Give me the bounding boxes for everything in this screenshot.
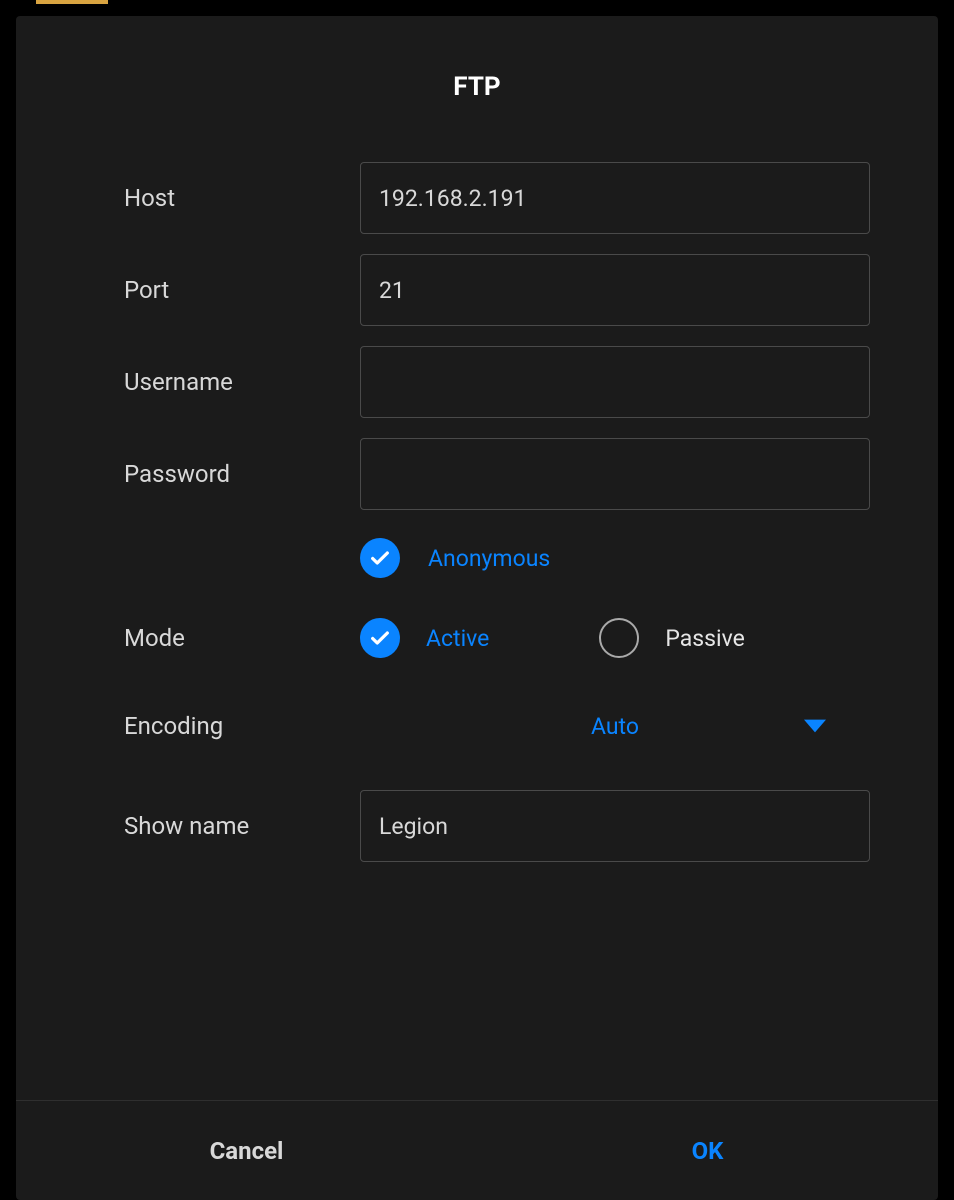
row-anonymous: Anonymous	[124, 538, 870, 578]
mode-radio-group: Active Passive	[360, 618, 870, 658]
row-username: Username	[124, 346, 870, 418]
encoding-label: Encoding	[124, 712, 360, 740]
encoding-select[interactable]: Auto	[360, 702, 870, 750]
row-password: Password	[124, 438, 870, 510]
host-label: Host	[124, 184, 360, 212]
anonymous-label: Anonymous	[428, 545, 550, 572]
radio-unchecked-icon	[599, 618, 639, 658]
mode-radio-active[interactable]: Active	[360, 618, 489, 658]
row-showname: Show name	[124, 790, 870, 862]
username-label: Username	[124, 368, 360, 396]
username-input[interactable]	[360, 346, 870, 418]
mode-passive-label: Passive	[665, 625, 744, 652]
dialog-title: FTP	[16, 16, 938, 162]
anonymous-checkbox[interactable]	[360, 538, 400, 578]
row-encoding: Encoding Auto	[124, 702, 870, 750]
dialog-form: Host Port Username Password Anonymous Mo…	[16, 162, 938, 1100]
row-port: Port	[124, 254, 870, 326]
top-accent-strip	[36, 0, 108, 4]
port-label: Port	[124, 276, 360, 304]
mode-active-label: Active	[426, 625, 489, 652]
mode-label: Mode	[124, 624, 360, 652]
password-label: Password	[124, 460, 360, 488]
encoding-value: Auto	[591, 713, 639, 740]
cancel-button[interactable]: Cancel	[16, 1101, 477, 1200]
row-host: Host	[124, 162, 870, 234]
mode-radio-passive[interactable]: Passive	[599, 618, 744, 658]
showname-input[interactable]	[360, 790, 870, 862]
check-icon	[369, 547, 391, 569]
host-input[interactable]	[360, 162, 870, 234]
row-mode: Mode Active Passive	[124, 618, 870, 658]
port-input[interactable]	[360, 254, 870, 326]
chevron-down-icon	[804, 719, 826, 733]
dialog-footer: Cancel OK	[16, 1100, 938, 1200]
showname-label: Show name	[124, 812, 360, 840]
password-input[interactable]	[360, 438, 870, 510]
radio-checked-icon	[360, 618, 400, 658]
ok-button[interactable]: OK	[477, 1101, 938, 1200]
check-icon	[369, 627, 391, 649]
ftp-dialog: FTP Host Port Username Password Anonymou…	[16, 16, 938, 1200]
top-accent-bar	[0, 0, 954, 4]
